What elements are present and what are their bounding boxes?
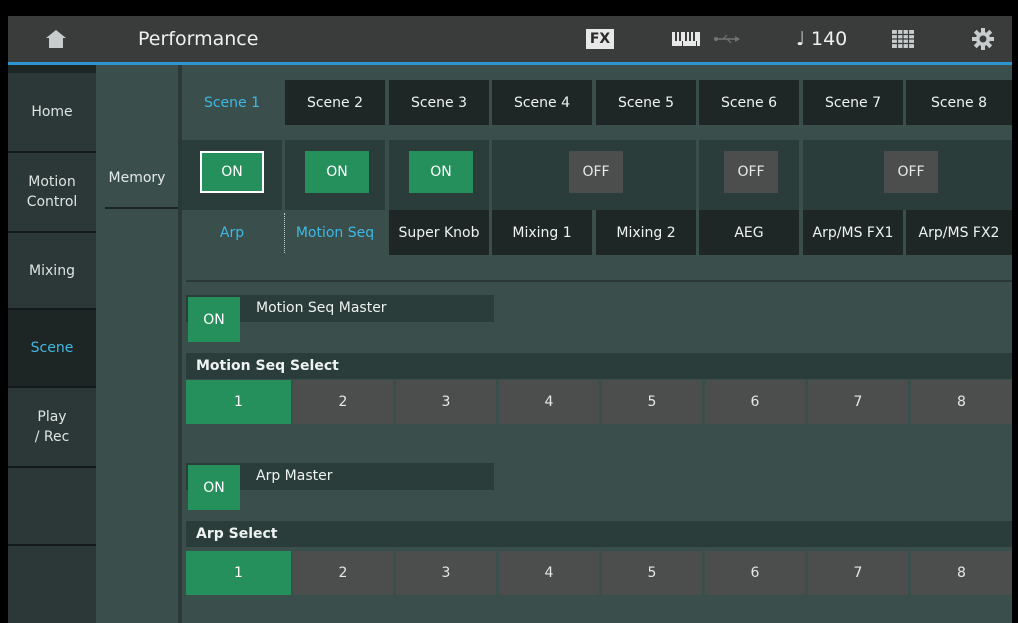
nav-item-label: Home <box>31 104 73 120</box>
nav-item-motion-control[interactable]: Motion Control <box>8 153 96 233</box>
motion-seq-option-8[interactable]: 8 <box>911 380 1012 424</box>
tab-scene-8[interactable]: Scene 8 <box>906 80 1012 125</box>
page-title: Performance <box>138 28 259 50</box>
fx-indicator: FX <box>584 16 616 62</box>
tab-scene-3[interactable]: Scene 3 <box>389 80 489 125</box>
nav-item-empty-1 <box>8 468 96 546</box>
memory-aeg-switch[interactable]: OFF <box>724 151 778 193</box>
tab-mixing-1[interactable]: Mixing 1 <box>492 210 592 255</box>
memory-underline <box>105 207 178 209</box>
arp-option-2[interactable]: 2 <box>293 551 393 595</box>
gear-icon[interactable] <box>966 16 1000 62</box>
arp-option-8[interactable]: 8 <box>911 551 1012 595</box>
memory-arp-switch[interactable]: ON <box>200 151 264 193</box>
nav-item-empty-2 <box>8 546 96 623</box>
tab-scene-6[interactable]: Scene 6 <box>699 80 799 125</box>
nav-item-label: Motion Control <box>26 174 78 210</box>
nav-item-play-rec[interactable]: Play / Rec <box>8 388 96 468</box>
section-divider <box>186 280 1012 282</box>
nav-item-scene[interactable]: Scene <box>8 310 96 388</box>
home-button[interactable] <box>8 16 104 62</box>
nav-item-label: Mixing <box>29 262 75 279</box>
grid-icon[interactable] <box>888 16 918 62</box>
tab-arp-ms-fx2[interactable]: Arp/MS FX2 <box>906 210 1012 255</box>
nav-item-label: Play / Rec <box>34 409 70 445</box>
tab-divider <box>284 213 285 253</box>
tab-motion-seq[interactable]: Motion Seq <box>285 210 385 255</box>
memory-arp-ms-fx-switch[interactable]: OFF <box>884 151 938 193</box>
motion-seq-option-3[interactable]: 3 <box>396 380 496 424</box>
arp-master-switch[interactable]: ON <box>188 465 240 510</box>
motion-seq-option-2[interactable]: 2 <box>293 380 393 424</box>
tab-scene-5[interactable]: Scene 5 <box>596 80 696 125</box>
motion-seq-master-switch[interactable]: ON <box>188 297 240 342</box>
memory-super-knob-switch[interactable]: ON <box>409 151 473 193</box>
nav-item-mixing[interactable]: Mixing <box>8 233 96 310</box>
sub-column <box>96 65 178 623</box>
memory-motion-seq-switch[interactable]: ON <box>305 151 369 193</box>
arp-select-label: Arp Select <box>186 521 1012 547</box>
arp-option-6[interactable]: 6 <box>705 551 805 595</box>
tempo-display[interactable]: ♩ 140 <box>796 16 847 62</box>
arp-option-7[interactable]: 7 <box>808 551 908 595</box>
memory-label: Memory <box>108 170 166 186</box>
tab-aeg[interactable]: AEG <box>699 210 799 255</box>
tab-scene-4[interactable]: Scene 4 <box>492 80 592 125</box>
tab-scene-7[interactable]: Scene 7 <box>803 80 903 125</box>
motion-seq-option-7[interactable]: 7 <box>808 380 908 424</box>
motion-seq-option-5[interactable]: 5 <box>602 380 702 424</box>
home-icon <box>46 30 66 48</box>
motion-seq-option-6[interactable]: 6 <box>705 380 805 424</box>
top-bar: Performance FX ♩ 140 <box>8 16 1012 62</box>
nav-item-label: Scene <box>30 340 74 356</box>
motion-seq-select-label: Motion Seq Select <box>186 353 1012 379</box>
tab-arp[interactable]: Arp <box>182 210 282 255</box>
tab-scene-1[interactable]: Scene 1 <box>182 80 282 125</box>
motion-seq-option-4[interactable]: 4 <box>499 380 599 424</box>
keyboard-icon <box>668 16 704 62</box>
arp-option-3[interactable]: 3 <box>396 551 496 595</box>
memory-mixing-switch[interactable]: OFF <box>569 151 623 193</box>
motion-seq-option-1[interactable]: 1 <box>186 380 291 424</box>
arp-option-1[interactable]: 1 <box>186 551 291 595</box>
tab-scene-2[interactable]: Scene 2 <box>285 80 385 125</box>
tab-super-knob[interactable]: Super Knob <box>389 210 489 255</box>
usb-icon <box>710 16 744 62</box>
tab-mixing-2[interactable]: Mixing 2 <box>596 210 696 255</box>
arp-option-5[interactable]: 5 <box>602 551 702 595</box>
fx-icon: FX <box>585 29 615 49</box>
tab-arp-ms-fx1[interactable]: Arp/MS FX1 <box>803 210 903 255</box>
arp-option-4[interactable]: 4 <box>499 551 599 595</box>
nav-item-home[interactable]: Home <box>8 73 96 153</box>
